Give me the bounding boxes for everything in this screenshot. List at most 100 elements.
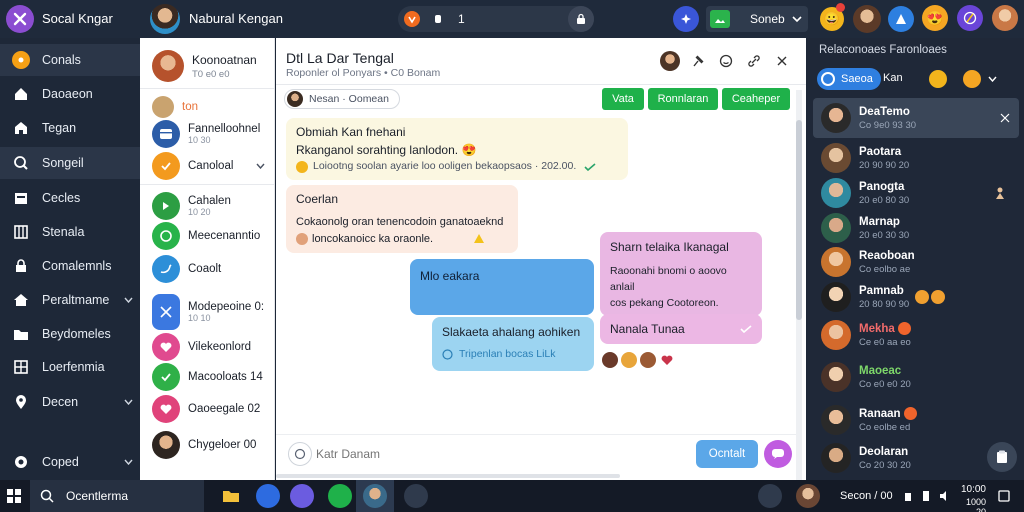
contact-item[interactable]: Fannelloohnel 10 30: [140, 117, 274, 151]
chat-bubble-icon[interactable]: [764, 440, 792, 468]
sidebar-item-comalemnls[interactable]: Comalemnls: [0, 250, 140, 282]
notifications-icon[interactable]: [996, 488, 1012, 504]
contact-item[interactable]: Coaolt: [140, 252, 274, 286]
sidebar-item-cecles[interactable]: Cecles: [0, 182, 140, 214]
contact-item[interactable]: Modepeoine 0: 10 10: [140, 292, 274, 332]
contact-name: Paotara: [859, 145, 902, 158]
contact-item[interactable]: Canoloal: [140, 149, 274, 183]
clock-date: 1000 20: [965, 497, 986, 512]
tray-icon[interactable]: [902, 488, 914, 504]
contact-row[interactable]: Panogta 20 e0 80 30: [813, 176, 1019, 210]
chat-search-field[interactable]: Nesan · Oomean: [284, 89, 400, 109]
compass-icon[interactable]: [673, 6, 699, 32]
clipboard-icon[interactable]: [987, 442, 1017, 472]
contacts-header[interactable]: Koonoatnan T0 e0 e0: [140, 46, 274, 86]
link-icon[interactable]: [744, 51, 764, 71]
browser-icon[interactable]: [256, 484, 280, 508]
emoji-icon[interactable]: 😍: [922, 5, 948, 31]
search-bar[interactable]: 1: [398, 6, 594, 32]
globe-icon[interactable]: [957, 5, 983, 31]
contact-sub: 10 30: [188, 135, 211, 145]
profile-name[interactable]: Nabural Kengan: [189, 11, 283, 26]
contact-item[interactable]: Macooloats 14: [140, 360, 274, 394]
contact-row[interactable]: Maoeac Co e0 e0 20: [813, 360, 1019, 394]
sidebar-item-label: Stenala: [42, 225, 85, 239]
filter-label-2[interactable]: Kan: [883, 72, 903, 84]
contact-item[interactable]: Vilekeonlord: [140, 330, 274, 364]
heart-icon: [659, 352, 675, 368]
lock-icon[interactable]: [568, 6, 594, 32]
contact-row[interactable]: Marnap 20 e0 30 30: [813, 211, 1019, 245]
send-button[interactable]: Ocntalt: [696, 440, 758, 468]
spotify-icon[interactable]: [328, 484, 352, 508]
emoji-icon[interactable]: [929, 70, 947, 88]
message-text: Nanala Tunaa: [610, 322, 685, 336]
sidebar-item-peraltmame[interactable]: Peraltmame: [0, 284, 140, 316]
notification-badge: [836, 3, 845, 12]
contact-item[interactable]: Cahalen 10 20: [140, 189, 274, 223]
collapse-icon[interactable]: [999, 112, 1011, 124]
emoji-icon[interactable]: [716, 51, 736, 71]
windows-start-icon[interactable]: [4, 486, 24, 506]
filter-pill[interactable]: Saeoa: [817, 68, 881, 90]
contact-row[interactable]: Ranaan Co eolbe ed: [813, 403, 1019, 437]
at-icon[interactable]: [758, 484, 782, 508]
taskbar-avatar[interactable]: [796, 484, 820, 508]
mail-icon[interactable]: [404, 484, 428, 508]
vata-button[interactable]: Vata: [602, 88, 644, 110]
paw-icon[interactable]: [963, 70, 981, 88]
sidebar-item-coped[interactable]: Coped: [0, 446, 140, 478]
chat-scrollbar[interactable]: [796, 90, 802, 480]
sidebar-item-songeil[interactable]: Songeil: [0, 147, 140, 179]
contact-row[interactable]: Paotara 20 90 90 20: [813, 141, 1019, 175]
sidebar-item-conals[interactable]: Conals: [0, 44, 140, 76]
apps-icon[interactable]: [888, 6, 914, 32]
sidebar-item-decen[interactable]: Decen: [0, 386, 140, 418]
sidebar-item-beydomeles[interactable]: Beydomeles: [0, 318, 140, 350]
app-icon: [152, 192, 180, 220]
friend-avatar[interactable]: [853, 5, 881, 33]
contact-row[interactable]: DeaTemo Co 9e0 93 30: [813, 98, 1019, 138]
user-avatar[interactable]: [992, 5, 1018, 31]
volume-icon[interactable]: [938, 488, 952, 504]
reaction-avatar: [602, 352, 618, 368]
chat-app-icon[interactable]: [290, 484, 314, 508]
tray-icon[interactable]: [920, 488, 932, 504]
avatar: [821, 103, 851, 133]
close-icon[interactable]: [772, 51, 792, 71]
chevron-down-icon: [122, 291, 134, 309]
sidebar-item-daoaeon[interactable]: Daoaeon: [0, 78, 140, 110]
app-logo-icon[interactable]: [6, 5, 34, 33]
profile-avatar[interactable]: [150, 4, 180, 34]
reaction-row: [602, 352, 675, 368]
ronnlaran-button[interactable]: Ronnlaran: [648, 88, 718, 110]
user-app-icon[interactable]: [363, 484, 387, 508]
contact-row[interactable]: Mekha Ce e0 aa eo: [813, 318, 1019, 352]
contact-row[interactable]: Pamnab 20 80 90 90: [813, 280, 1019, 314]
green-action-button[interactable]: Soneb: [706, 6, 808, 32]
message-input[interactable]: [316, 442, 616, 466]
chat-avatar[interactable]: [660, 51, 680, 71]
sidebar-item-stenala[interactable]: Stenala: [0, 216, 140, 248]
sidebar-item-tegan[interactable]: Tegan: [0, 112, 140, 144]
horizontal-scrollbar[interactable]: [276, 474, 620, 478]
taskbar-search[interactable]: Ocentlerma: [30, 480, 204, 512]
calendar-icon: [12, 189, 30, 207]
pin-icon[interactable]: [688, 51, 708, 71]
contact-sub: 10 10: [188, 313, 211, 323]
sidebar-item-label: Coped: [42, 455, 79, 469]
folder-icon[interactable]: [220, 486, 242, 506]
ceaheper-button[interactable]: Ceaheper: [722, 88, 790, 110]
contact-status: 20 80 90 90: [859, 298, 910, 310]
contact-item[interactable]: Meecenanntio: [140, 219, 274, 253]
chevron-down-icon[interactable]: [985, 72, 999, 86]
sidebar-item-loerfenmia[interactable]: Loerfenmia: [0, 351, 140, 383]
contact-item[interactable]: Chygeloer 00: [140, 428, 274, 462]
emoji-picker-icon[interactable]: [288, 442, 312, 466]
contact-row[interactable]: Reaoboan Co eolbo ae: [813, 245, 1019, 279]
contact-item[interactable]: Oaoeegale 02: [140, 392, 274, 426]
checkmark-icon: [740, 325, 752, 333]
message-text: loncokanoicc ka oraonle.: [312, 232, 434, 245]
contact-label: Oaoeegale 02: [188, 403, 261, 415]
chevron-down-icon: [122, 393, 134, 411]
